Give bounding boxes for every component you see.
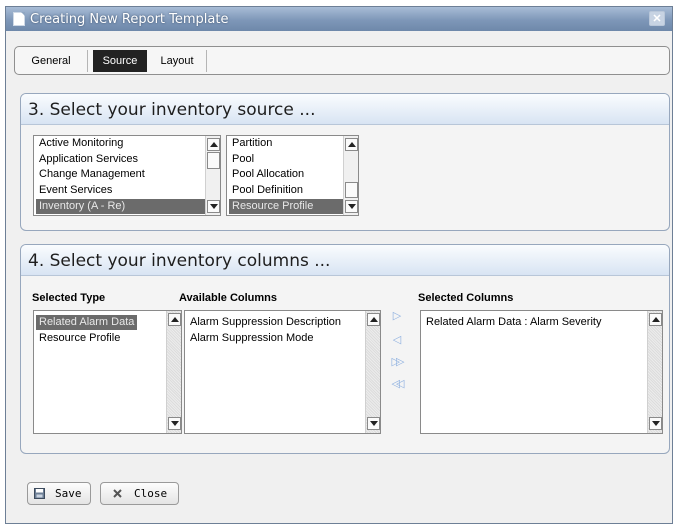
arrow-up-icon: [348, 142, 356, 147]
selected-type-label: Selected Type: [32, 292, 106, 304]
save-icon: [34, 488, 45, 499]
inventory-source-panel: 3. Select your inventory source ... Acti…: [20, 93, 670, 231]
arrow-down-icon: [171, 421, 179, 426]
document-icon: [13, 12, 25, 26]
list-item[interactable]: Change Management: [36, 167, 208, 182]
arrow-down-icon: [652, 421, 660, 426]
close-icon: ✕: [652, 13, 662, 25]
move-all-right-icon[interactable]: ▷▷: [386, 356, 406, 369]
selected-type-scrollbar[interactable]: [166, 311, 181, 433]
scroll-up-button[interactable]: [649, 313, 662, 326]
list-item[interactable]: Application Services: [36, 152, 208, 167]
save-button[interactable]: Save: [27, 482, 91, 505]
selected-columns-label: Selected Columns: [418, 292, 514, 304]
list-item[interactable]: Pool Allocation: [229, 167, 348, 182]
move-right-icon[interactable]: ▷: [390, 310, 404, 323]
panel-header: 3. Select your inventory source ...: [21, 94, 669, 125]
scroll-thumb[interactable]: [207, 152, 220, 169]
scroll-down-button[interactable]: [345, 200, 358, 213]
available-columns-label: Available Columns: [179, 292, 278, 304]
scroll-down-button[interactable]: [367, 417, 380, 430]
move-all-left-icon[interactable]: ◁◁: [386, 378, 406, 391]
move-left-icon[interactable]: ◁: [390, 334, 404, 347]
scroll-up-button[interactable]: [367, 313, 380, 326]
entity-list-scrollbar[interactable]: [343, 136, 358, 215]
list-item[interactable]: Alarm Suppression Description: [187, 315, 344, 330]
close-label: Close: [134, 487, 168, 500]
list-item[interactable]: Resource Profile: [36, 331, 123, 346]
list-item[interactable]: Alarm Suppression Mode: [187, 331, 317, 346]
arrow-up-icon: [171, 317, 179, 322]
close-window-button[interactable]: ✕: [649, 11, 665, 26]
arrow-down-icon: [210, 204, 218, 209]
scroll-up-button[interactable]: [207, 138, 220, 151]
scroll-down-button[interactable]: [649, 417, 662, 430]
list-item[interactable]: Pool Definition: [229, 183, 348, 198]
list-item[interactable]: Pool: [229, 152, 348, 167]
tab-layout[interactable]: Layout: [153, 50, 201, 72]
panel-header: 4. Select your inventory columns ...: [21, 245, 669, 276]
tab-bar: General Source Layout: [14, 46, 670, 75]
arrow-down-icon: [348, 204, 356, 209]
title-bar[interactable]: Creating New Report Template ✕: [6, 7, 672, 31]
arrow-up-icon: [210, 142, 218, 147]
tab-divider: [206, 50, 207, 72]
arrow-up-icon: [370, 317, 378, 322]
tab-divider: [87, 50, 88, 72]
scroll-up-button[interactable]: [345, 138, 358, 151]
available-columns-scrollbar[interactable]: [365, 311, 380, 433]
list-item-selected[interactable]: Related Alarm Data: [36, 315, 138, 330]
source-list-scrollbar[interactable]: [205, 136, 220, 215]
scroll-down-button[interactable]: [207, 200, 220, 213]
dialog-title: Creating New Report Template: [30, 12, 229, 27]
selected-columns-scrollbar[interactable]: [647, 311, 662, 433]
tab-source[interactable]: Source: [93, 50, 147, 72]
list-item[interactable]: Active Monitoring: [36, 136, 208, 151]
selected-columns-list[interactable]: Related Alarm Data : Alarm Severity: [420, 310, 663, 434]
inventory-columns-title: 4. Select your inventory columns ...: [28, 251, 331, 271]
arrow-up-icon: [652, 317, 660, 322]
list-item-selected[interactable]: Resource Profile: [229, 199, 348, 214]
save-label: Save: [55, 487, 82, 500]
scroll-up-button[interactable]: [168, 313, 181, 326]
list-item[interactable]: Partition: [229, 136, 348, 151]
tab-general[interactable]: General: [21, 50, 81, 72]
scroll-down-button[interactable]: [168, 417, 181, 430]
arrow-down-icon: [370, 421, 378, 426]
selected-type-list[interactable]: Related Alarm Data Resource Profile: [33, 310, 182, 434]
close-icon: [113, 489, 122, 498]
source-category-list[interactable]: Active Monitoring Application Services C…: [33, 135, 221, 216]
scroll-thumb[interactable]: [345, 182, 358, 198]
list-item[interactable]: Related Alarm Data : Alarm Severity: [423, 315, 604, 330]
list-item-selected[interactable]: Inventory (A - Re): [36, 199, 208, 214]
available-columns-list[interactable]: Alarm Suppression Description Alarm Supp…: [184, 310, 381, 434]
list-item[interactable]: Event Services: [36, 183, 208, 198]
inventory-source-title: 3. Select your inventory source ...: [28, 100, 316, 120]
inventory-columns-panel: 4. Select your inventory columns ... Sel…: [20, 244, 670, 454]
close-button[interactable]: Close: [100, 482, 179, 505]
inventory-entity-list[interactable]: Partition Pool Pool Allocation Pool Defi…: [226, 135, 359, 216]
